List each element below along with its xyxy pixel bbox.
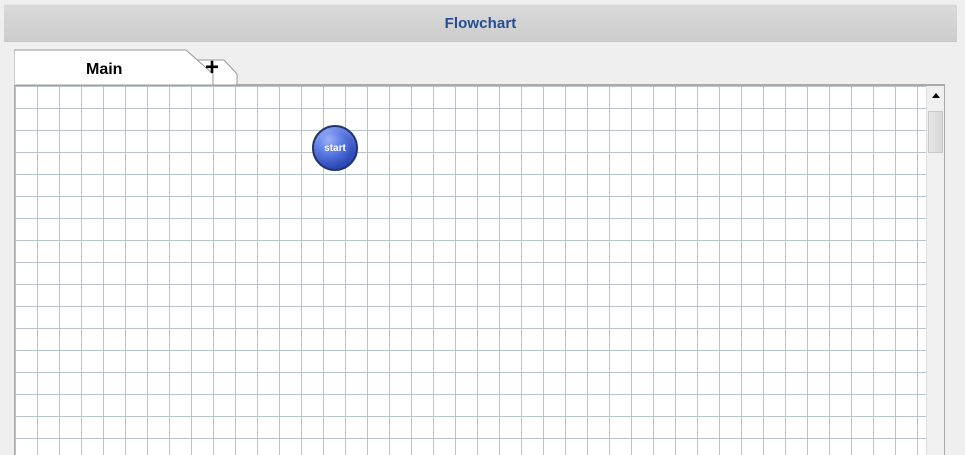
vertical-scrollbar[interactable] <box>926 86 944 455</box>
flowchart-window: Flowchart Main + start <box>0 0 965 455</box>
title-bar: Flowchart <box>4 4 957 42</box>
tab-strip: Main + <box>14 48 947 86</box>
flowchart-canvas[interactable]: start <box>14 84 945 455</box>
start-node-label: start <box>324 143 346 154</box>
scrollbar-thumb[interactable] <box>928 111 943 153</box>
scroll-up-button[interactable] <box>927 86 944 103</box>
start-node[interactable]: start <box>312 125 358 171</box>
window-title: Flowchart <box>444 14 517 32</box>
tab-add-label: + <box>205 54 220 81</box>
up-arrow-icon <box>931 92 940 98</box>
tab-main-label: Main <box>86 61 123 78</box>
